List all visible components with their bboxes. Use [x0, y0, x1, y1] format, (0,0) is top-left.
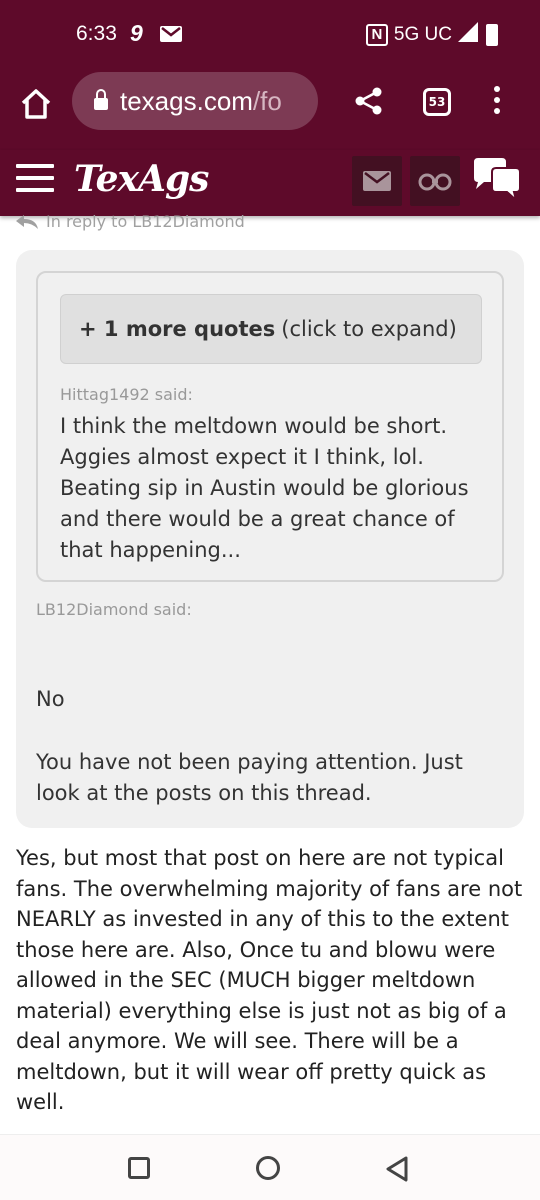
- tab-switcher-button[interactable]: 53: [423, 88, 451, 116]
- envelope-icon: [363, 171, 391, 191]
- battery-icon: [486, 24, 498, 46]
- quote-text: You have not been paying attention. Just…: [36, 750, 463, 805]
- network-type: 5G UC: [393, 24, 452, 45]
- back-button[interactable]: [384, 1155, 410, 1187]
- more-quotes-count: + 1 more quotes: [79, 317, 276, 341]
- post-body: Yes, but most that post on here are not …: [16, 846, 523, 1114]
- address-bar[interactable]: texags.com/fo: [72, 72, 318, 130]
- nested-quote-text: I think the meltdown would be short. Agg…: [60, 414, 469, 562]
- more-quotes-hint: (click to expand): [281, 317, 457, 341]
- binoculars-icon: [418, 173, 452, 191]
- status-indicators: N 5G UC: [365, 22, 478, 48]
- system-nav-bar: [0, 1134, 540, 1200]
- chat-bubbles-icon[interactable]: [472, 158, 522, 206]
- url-host: texags.com: [120, 85, 253, 116]
- nested-quote: + 1 more quotes (click to expand) Hittag…: [36, 271, 504, 582]
- browser-toolbar: texags.com/fo 53: [0, 72, 540, 150]
- messages-button[interactable]: [352, 156, 402, 206]
- quote-author: LB12Diamond said:: [36, 600, 192, 619]
- mail-notification-icon: [160, 26, 182, 46]
- carrier-icon: 9: [130, 20, 143, 46]
- recents-button[interactable]: [128, 1157, 150, 1179]
- reply-to-text: In reply to LB12Diamond: [46, 212, 245, 231]
- nfc-icon: N: [365, 24, 388, 46]
- reply-to-link[interactable]: In reply to LB12Diamond: [16, 212, 245, 231]
- hamburger-menu-icon[interactable]: [16, 164, 54, 192]
- home-icon[interactable]: [18, 86, 54, 122]
- expand-quotes-button[interactable]: + 1 more quotes (click to expand): [60, 294, 482, 364]
- home-nav-button[interactable]: [256, 1156, 280, 1180]
- lock-icon: [94, 89, 108, 110]
- signal-icon: [458, 22, 478, 48]
- watch-button[interactable]: [410, 156, 460, 206]
- quote-block: + 1 more quotes (click to expand) Hittag…: [16, 250, 524, 828]
- site-logo[interactable]: TexAgs: [74, 158, 209, 200]
- overflow-menu-icon[interactable]: [494, 86, 500, 116]
- reply-arrow-icon: [16, 214, 38, 229]
- url-path: /fo: [252, 85, 282, 116]
- share-icon[interactable]: [354, 86, 384, 120]
- site-header: TexAgs: [0, 150, 540, 216]
- quote-text-line: No: [36, 687, 65, 711]
- status-time: 6:33: [76, 22, 117, 45]
- status-bar: 6:33 9 N 5G UC: [0, 0, 540, 72]
- url-text[interactable]: texags.com/fo: [120, 86, 282, 117]
- nested-quote-author: Hittag1492 said:: [60, 385, 193, 404]
